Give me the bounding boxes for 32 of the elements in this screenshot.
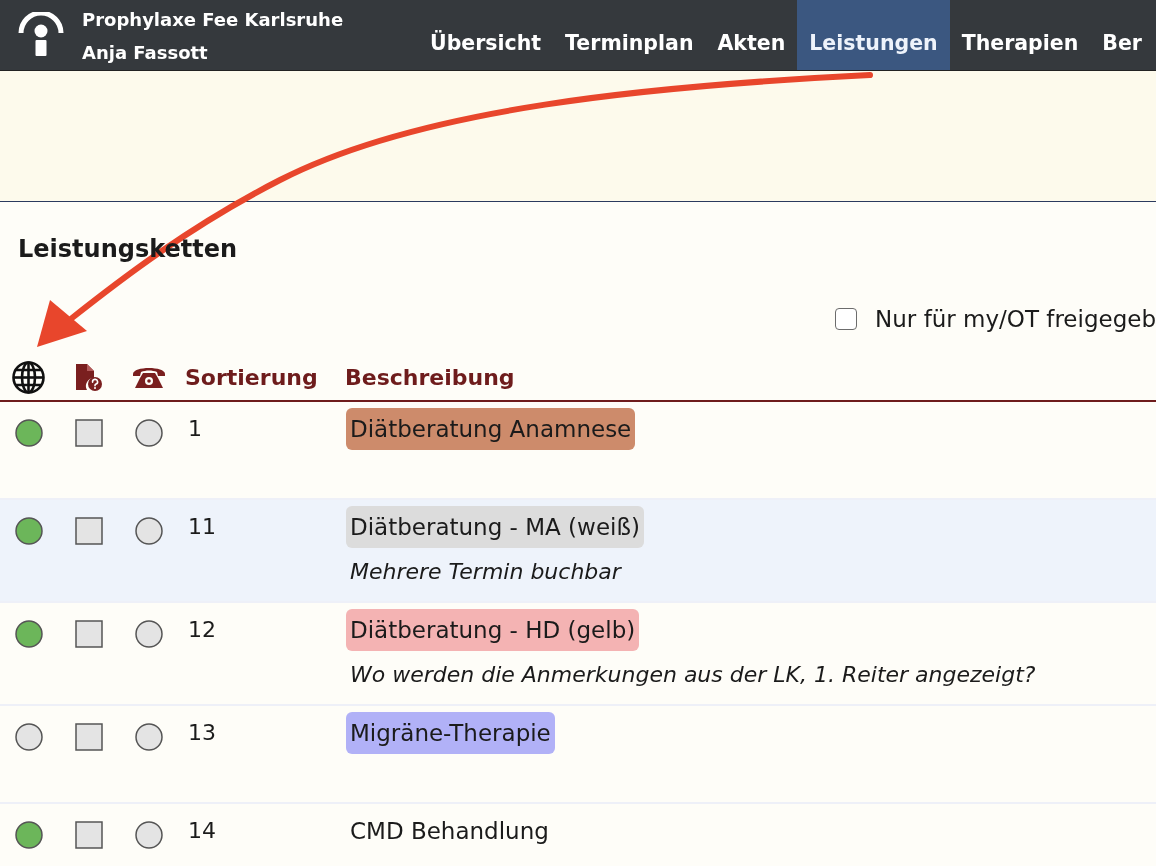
nav-tab[interactable]: Therapien — [949, 0, 1091, 70]
nav-tab[interactable]: Terminplan — [553, 0, 706, 70]
table-row[interactable]: 14 CMD Behandlung — [0, 804, 1156, 866]
table-row[interactable]: 12 Diätberatung - HD (gelb) Wo werden die Anmerkungen aus der LK, 1. Reiter angezeigt? — [0, 603, 1156, 706]
practice-name: Prophylaxe Fee Karlsruhe — [82, 8, 345, 32]
nav-tab[interactable]: Leistungen — [797, 0, 950, 70]
service-chain-tag[interactable]: Diätberatung Anamnese — [346, 408, 636, 450]
service-chain-tag[interactable]: Diätberatung - HD (gelb) — [346, 609, 640, 651]
nav-tab[interactable]: Akten — [705, 0, 798, 70]
nav-tab[interactable]: Übersicht — [418, 0, 554, 70]
document-question-icon — [75, 363, 102, 391]
table-row[interactable]: 13 Migräne-Therapie — [0, 706, 1156, 804]
nav-tab[interactable]: Ber — [1090, 0, 1142, 70]
user-name: Anja Fassott — [82, 41, 209, 65]
table-row[interactable]: 11 Diätberatung - MA (weiß) Mehrere Termin buchbar — [0, 500, 1156, 603]
sort-number: 12 — [188, 616, 216, 644]
filter-label[interactable]: Nur für my/OT freigegeb — [875, 301, 1156, 337]
service-chain-note: Mehrere Termin buchbar — [349, 558, 621, 586]
telephone-icon — [132, 365, 166, 389]
service-chain-note: Wo werden die Anmerkungen aus der LK, 1. Reiter angezeigt? — [349, 661, 1036, 689]
sort-number: 13 — [188, 719, 216, 747]
sort-number: 11 — [188, 513, 216, 541]
service-chain-tag[interactable]: Diätberatung - MA (weiß) — [346, 506, 644, 548]
logo-icon — [18, 12, 64, 56]
column-header[interactable]: Beschreibung — [345, 360, 515, 394]
globe-icon — [12, 360, 45, 394]
filter-checkbox[interactable] — [835, 308, 858, 330]
sort-number: 1 — [188, 415, 202, 443]
sort-number: 14 — [188, 817, 216, 845]
service-chain-name[interactable]: CMD Behandlung — [346, 810, 553, 852]
column-header[interactable]: Sortierung — [185, 360, 318, 394]
service-chain-tag[interactable]: Migräne-Therapie — [346, 712, 555, 754]
